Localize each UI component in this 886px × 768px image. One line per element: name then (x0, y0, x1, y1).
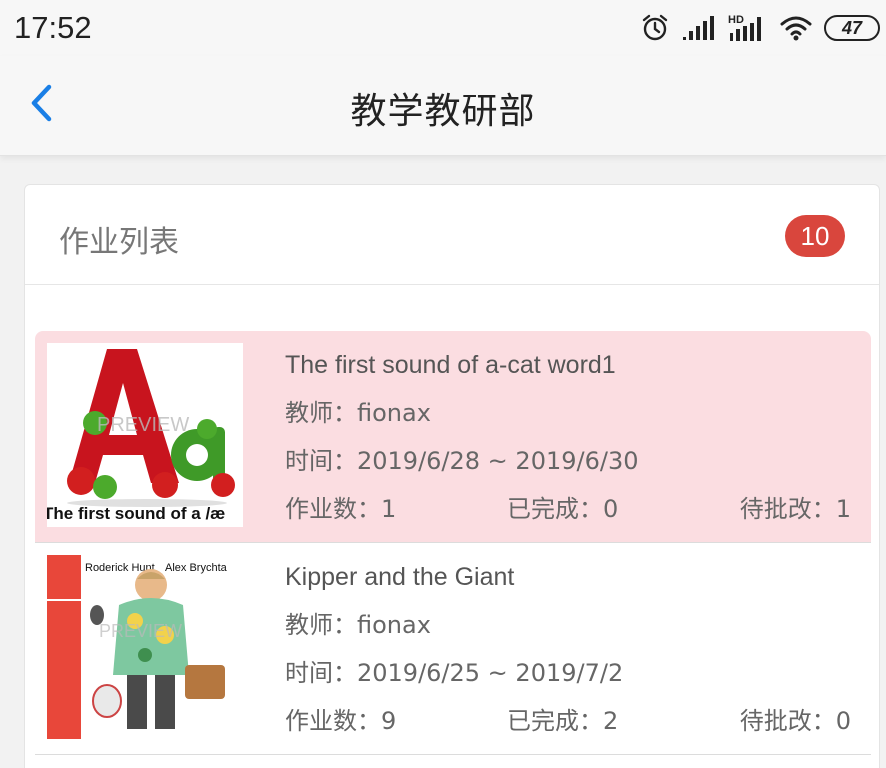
thumb-watermark: PREVIEW (99, 621, 182, 641)
status-bar: 17:52 HD 47 (0, 0, 886, 56)
status-time: 17:52 (14, 10, 92, 45)
nav-bar: 教学教研部 (0, 56, 886, 156)
homework-teacher: 教师：fionax (285, 611, 431, 639)
homework-time: 时间：2019/6/25 ~ 2019/7/2 (285, 659, 624, 687)
homework-count: 作业数：1 (285, 495, 397, 523)
homework-thumbnail: Roderick Hunt Alex Brychta PREVIEW (47, 555, 243, 739)
svg-text:HD: HD (728, 14, 744, 26)
homework-pending: 待批改：0 (739, 707, 851, 735)
homework-info: The first sound of a-cat word1 教师：fionax… (285, 349, 851, 525)
homework-stats: 作业数：9 已完成：2 待批改：0 (285, 705, 851, 737)
homework-count: 作业数：9 (285, 707, 397, 735)
thumb-author-2: Alex Brychta (165, 562, 228, 574)
wifi-icon (780, 15, 812, 41)
homework-item[interactable]: PREVIEW The first sound of a /æ The firs… (35, 331, 871, 543)
status-icons: HD 47 (640, 12, 880, 44)
thumb-watermark: PREVIEW (97, 414, 189, 436)
card-header: 作业列表 10 (25, 185, 879, 285)
homework-time: 时间：2019/6/28 ~ 2019/6/30 (285, 447, 639, 475)
alarm-icon (640, 13, 670, 43)
homework-teacher: 教师：fionax (285, 399, 431, 427)
homework-completed: 已完成：2 (507, 707, 619, 735)
homework-card: 作业列表 10 PREVIEW The first sound of a /æ … (24, 184, 880, 768)
count-badge: 10 (785, 215, 845, 257)
hd-signal-icon: HD (728, 13, 768, 43)
card-title: 作业列表 (59, 225, 179, 260)
page-title: 教学教研部 (350, 91, 536, 132)
homework-list: PREVIEW The first sound of a /æ The firs… (35, 331, 871, 755)
homework-completed: 已完成：0 (507, 495, 619, 523)
homework-pending: 待批改：1 (739, 495, 851, 523)
signal-icon (682, 15, 716, 41)
thumb-caption: The first sound of a /æ (47, 504, 225, 523)
homework-item[interactable]: Roderick Hunt Alex Brychta PREVIEW Kippe… (35, 543, 871, 755)
battery-icon: 47 (824, 15, 880, 41)
homework-thumbnail: PREVIEW The first sound of a /æ (47, 343, 243, 527)
homework-stats: 作业数：1 已完成：0 待批改：1 (285, 493, 851, 525)
homework-info: Kipper and the Giant 教师：fionax 时间：2019/6… (285, 561, 851, 737)
homework-title: The first sound of a-cat word1 (285, 351, 616, 379)
homework-title: Kipper and the Giant (285, 563, 515, 591)
